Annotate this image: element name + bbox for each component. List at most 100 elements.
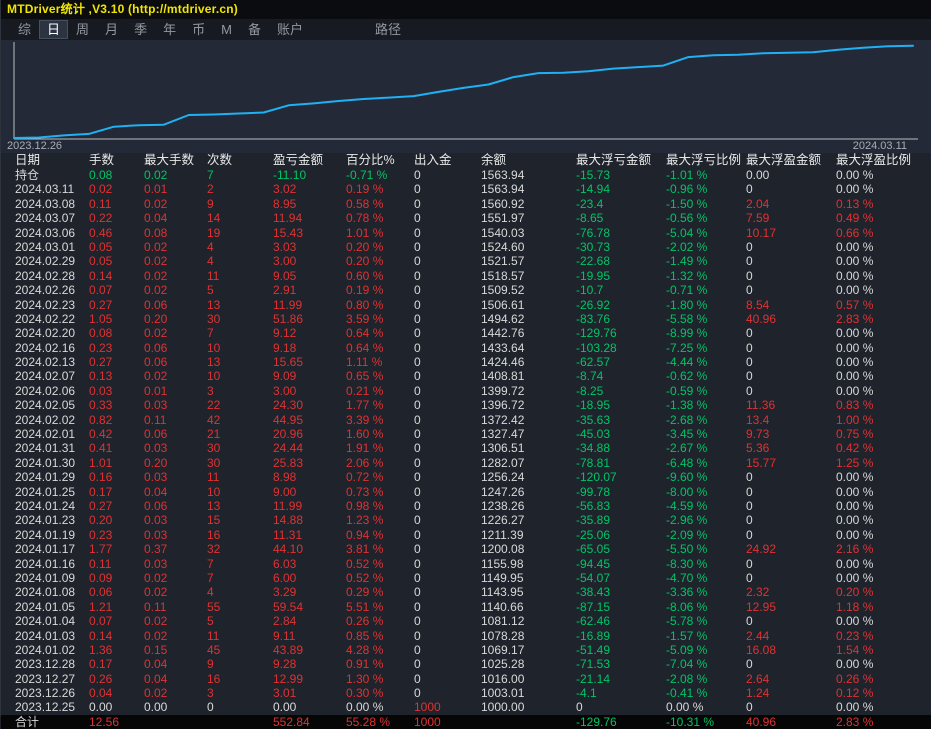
table-row-2024.02.28[interactable]: 2024.02.28 0.14 0.02 11 9.05 0.60 % 0 1518.57 -1… [1, 269, 931, 283]
cell-max-lots: 0.04 [144, 211, 168, 226]
table-row-2024.01.29[interactable]: 2024.01.29 0.16 0.03 11 8.98 0.72 % 0 1256.24 -1… [1, 470, 931, 484]
cell-cashflow: 0 [414, 441, 421, 456]
cell-count: 5 [207, 614, 214, 629]
cell-date: 2024.01.31 [15, 441, 76, 456]
cell-max-float-loss: -99.78 [576, 484, 611, 499]
table-row-2023.12.25[interactable]: 2023.12.25 0.00 0.00 0 0.00 0.00 % 1000 1000.00… [1, 700, 931, 714]
table-row-2023.12.28[interactable]: 2023.12.28 0.17 0.04 9 9.28 0.91 % 0 1025.28 -71… [1, 657, 931, 671]
table-row-2024.01.16[interactable]: 2024.01.16 0.11 0.03 7 6.03 0.52 % 0 1155.98 -94… [1, 557, 931, 571]
menu-item-ji[interactable]: 季 [127, 21, 154, 38]
cell-balance: 1327.47 [481, 427, 525, 442]
cell-max-float-profit: 0.00 [746, 168, 770, 182]
cell-lots: 1.36 [89, 642, 113, 657]
table-row-2024.02.05[interactable]: 2024.02.05 0.33 0.03 22 24.30 1.77 % 0 1396.72 -… [1, 398, 931, 412]
cell-date: 2024.03.11 [15, 182, 75, 197]
table-row-2024.01.05[interactable]: 2024.01.05 1.21 0.11 55 59.54 5.51 % 0 1140.66 -… [1, 600, 931, 614]
cell-max-float-loss: -26.92 [576, 297, 611, 312]
table-row-2024.02.16[interactable]: 2024.02.16 0.23 0.06 10 9.18 0.64 % 0 1433.64 -1… [1, 341, 931, 355]
cell-cashflow: 0 [414, 513, 421, 528]
cell-pct: 0.52 % [346, 570, 384, 585]
cell-max-float-profit: 0 [746, 239, 753, 254]
table-row-2024.02.23[interactable]: 2024.02.23 0.27 0.06 13 11.99 0.80 % 0 1506.61 -… [1, 298, 931, 312]
cell-pct: 0.60 % [346, 268, 384, 283]
table-row-2024.02.26[interactable]: 2024.02.26 0.07 0.02 5 2.91 0.19 % 0 1509.52 -10… [1, 283, 931, 297]
table-row-2024.02.02[interactable]: 2024.02.02 0.82 0.11 42 44.95 3.39 % 0 1372.42 -… [1, 413, 931, 427]
table-row-2024.03.01[interactable]: 2024.03.01 0.05 0.02 4 3.03 0.20 % 0 1524.60 -30… [1, 240, 931, 254]
menu-item-zhou[interactable]: 周 [69, 21, 96, 38]
table-row-2024.03.06[interactable]: 2024.03.06 0.46 0.08 19 15.43 1.01 % 0 1540.03 -… [1, 226, 931, 240]
table-row-2024.02.06[interactable]: 2024.02.06 0.03 0.01 3 3.00 0.21 % 0 1399.72 -8.… [1, 384, 931, 398]
table-row-2024.01.19[interactable]: 2024.01.19 0.23 0.03 16 11.31 0.94 % 0 1211.39 -… [1, 528, 931, 542]
cell-cashflow: 0 [414, 311, 421, 326]
table-row-2024.02.07[interactable]: 2024.02.07 0.13 0.02 10 9.09 0.65 % 0 1408.81 -8… [1, 369, 931, 383]
table-row-2024.01.23[interactable]: 2024.01.23 0.20 0.03 15 14.88 1.23 % 0 1226.27 -… [1, 513, 931, 527]
table-row-2023.12.27[interactable]: 2023.12.27 0.26 0.04 16 12.99 1.30 % 0 1016.00 -… [1, 672, 931, 686]
menu-item-ri[interactable]: 日 [40, 21, 68, 38]
table-row-2024.01.04[interactable]: 2024.01.04 0.07 0.02 5 2.84 0.26 % 0 1081.12 -62… [1, 614, 931, 628]
menu-item-zhanghu[interactable]: 账户 [270, 21, 310, 38]
cell-date: 2024.02.01 [15, 427, 76, 442]
table-row-2024.03.11[interactable]: 2024.03.11 0.02 0.01 2 3.02 0.19 % 0 1563.94 -14… [1, 182, 931, 196]
table-row-2024.02.20[interactable]: 2024.02.20 0.08 0.02 7 9.12 0.64 % 0 1442.76 -12… [1, 326, 931, 340]
table-row-2024.03.08[interactable]: 2024.03.08 0.11 0.02 9 8.95 0.58 % 0 1560.92 -23… [1, 197, 931, 211]
cell-pnl: 9.12 [273, 326, 297, 341]
cell-lots: 0.42 [89, 427, 113, 442]
cell-date: 2024.02.05 [15, 398, 76, 413]
menu-item-lujing[interactable]: 路径 [368, 21, 408, 38]
cell-cashflow: 0 [414, 283, 421, 298]
table-row-2024.02.13[interactable]: 2024.02.13 0.27 0.06 13 15.65 1.11 % 0 1424.46 -… [1, 355, 931, 369]
table-row-2024.03.07[interactable]: 2024.03.07 0.22 0.04 14 11.94 0.78 % 0 1551.97 -… [1, 211, 931, 225]
table-row-2024.02.22[interactable]: 2024.02.22 1.05 0.20 30 51.86 3.59 % 0 1494.62 -… [1, 312, 931, 326]
table-row-2024.01.09[interactable]: 2024.01.09 0.09 0.02 7 6.00 0.52 % 0 1149.95 -54… [1, 571, 931, 585]
cell-max-float-loss: -21.14 [576, 671, 611, 686]
cell-max-lots: 0.00 [144, 700, 168, 715]
cell-max-float-profit-pct: 0.00 % [836, 340, 874, 355]
cell-pnl: 51.86 [273, 311, 304, 326]
table-row-2024.01.17[interactable]: 2024.01.17 1.77 0.37 32 44.10 3.81 % 0 1200.08 -… [1, 542, 931, 556]
menu-item-bei[interactable]: 备 [241, 21, 268, 38]
table-row-2023.12.26[interactable]: 2023.12.26 0.04 0.02 3 3.01 0.30 % 0 1003.01 -4.… [1, 686, 931, 700]
cell-pct: 0.64 % [346, 326, 384, 341]
table-row-total[interactable]: 合计 12.56 552.84 55.28 % 1000 -129.76 -10.31 % 4… [1, 714, 931, 729]
cell-cashflow: 0 [414, 268, 421, 283]
cell-cashflow: 0 [414, 427, 421, 442]
cell-max-float-profit: 16.08 [746, 642, 777, 657]
cell-lots: 0.05 [89, 239, 113, 254]
cell-max-float-loss-pct: -1.49 % [666, 254, 708, 269]
menu-item-nian[interactable]: 年 [156, 21, 183, 38]
table-row-2024.01.03[interactable]: 2024.01.03 0.14 0.02 11 9.11 0.85 % 0 1078.28 -1… [1, 629, 931, 643]
cell-max-float-profit-pct: 0.83 % [836, 398, 874, 413]
menu-item-m[interactable]: M [214, 21, 239, 38]
cell-pct: 0.26 % [346, 614, 384, 629]
menu-item-bi[interactable]: 币 [185, 21, 212, 38]
cell-max-float-profit-pct: 0.00 % [836, 484, 874, 499]
table-row-2024.02.01[interactable]: 2024.02.01 0.42 0.06 21 20.96 1.60 % 0 1327.47 -… [1, 427, 931, 441]
cell-date: 2023.12.25 [15, 700, 76, 715]
menu-item-yue[interactable]: 月 [98, 21, 125, 38]
table-row-2024.01.31[interactable]: 2024.01.31 0.41 0.03 30 24.44 1.91 % 0 1306.51 -… [1, 441, 931, 455]
equity-chart: 2023.12.26 2024.03.11 [1, 40, 931, 153]
cell-balance: 1081.12 [481, 614, 525, 629]
table-row-2024.01.02[interactable]: 2024.01.02 1.36 0.15 45 43.89 4.28 % 0 1069.17 -… [1, 643, 931, 657]
table-row-2024.01.24[interactable]: 2024.01.24 0.27 0.06 13 11.99 0.98 % 0 1238.26 -… [1, 499, 931, 513]
cell-count: 30 [207, 441, 221, 456]
menu-item-zong[interactable]: 综 [11, 21, 38, 38]
table-row-2024.01.30[interactable]: 2024.01.30 1.01 0.20 30 25.83 2.06 % 0 1282.07 -… [1, 456, 931, 470]
cell-pct: 0.30 % [346, 686, 384, 701]
cell-max-float-profit-pct: 0.00 % [836, 326, 874, 341]
table-row-2024.01.08[interactable]: 2024.01.08 0.06 0.02 4 3.29 0.29 % 0 1143.95 -38… [1, 585, 931, 599]
cell-max-float-profit: 0 [746, 498, 753, 513]
cell-count: 19 [207, 225, 221, 240]
cell-lots: 0.05 [89, 254, 113, 269]
cell-date: 2024.03.07 [15, 211, 76, 226]
table-row-2024.02.29[interactable]: 2024.02.29 0.05 0.02 4 3.00 0.20 % 0 1521.57 -22… [1, 254, 931, 268]
cell-cashflow: 0 [414, 211, 421, 226]
cell-lots: 1.21 [89, 599, 113, 614]
cell-pnl: 552.84 [273, 714, 310, 729]
cell-count: 7 [207, 326, 214, 341]
cell-lots: 0.02 [89, 182, 113, 197]
table-row-2024.01.25[interactable]: 2024.01.25 0.17 0.04 10 9.00 0.73 % 0 1247.26 -9… [1, 485, 931, 499]
table-row-position[interactable]: 持仓 0.08 0.02 7 -11.10 -0.71 % 0 1563.94 -15.73 -1… [1, 168, 931, 182]
cell-max-float-loss: -22.68 [576, 254, 611, 269]
window-title[interactable]: MTDriver统计 ,V3.10 (http://mtdriver.cn) [1, 0, 931, 19]
